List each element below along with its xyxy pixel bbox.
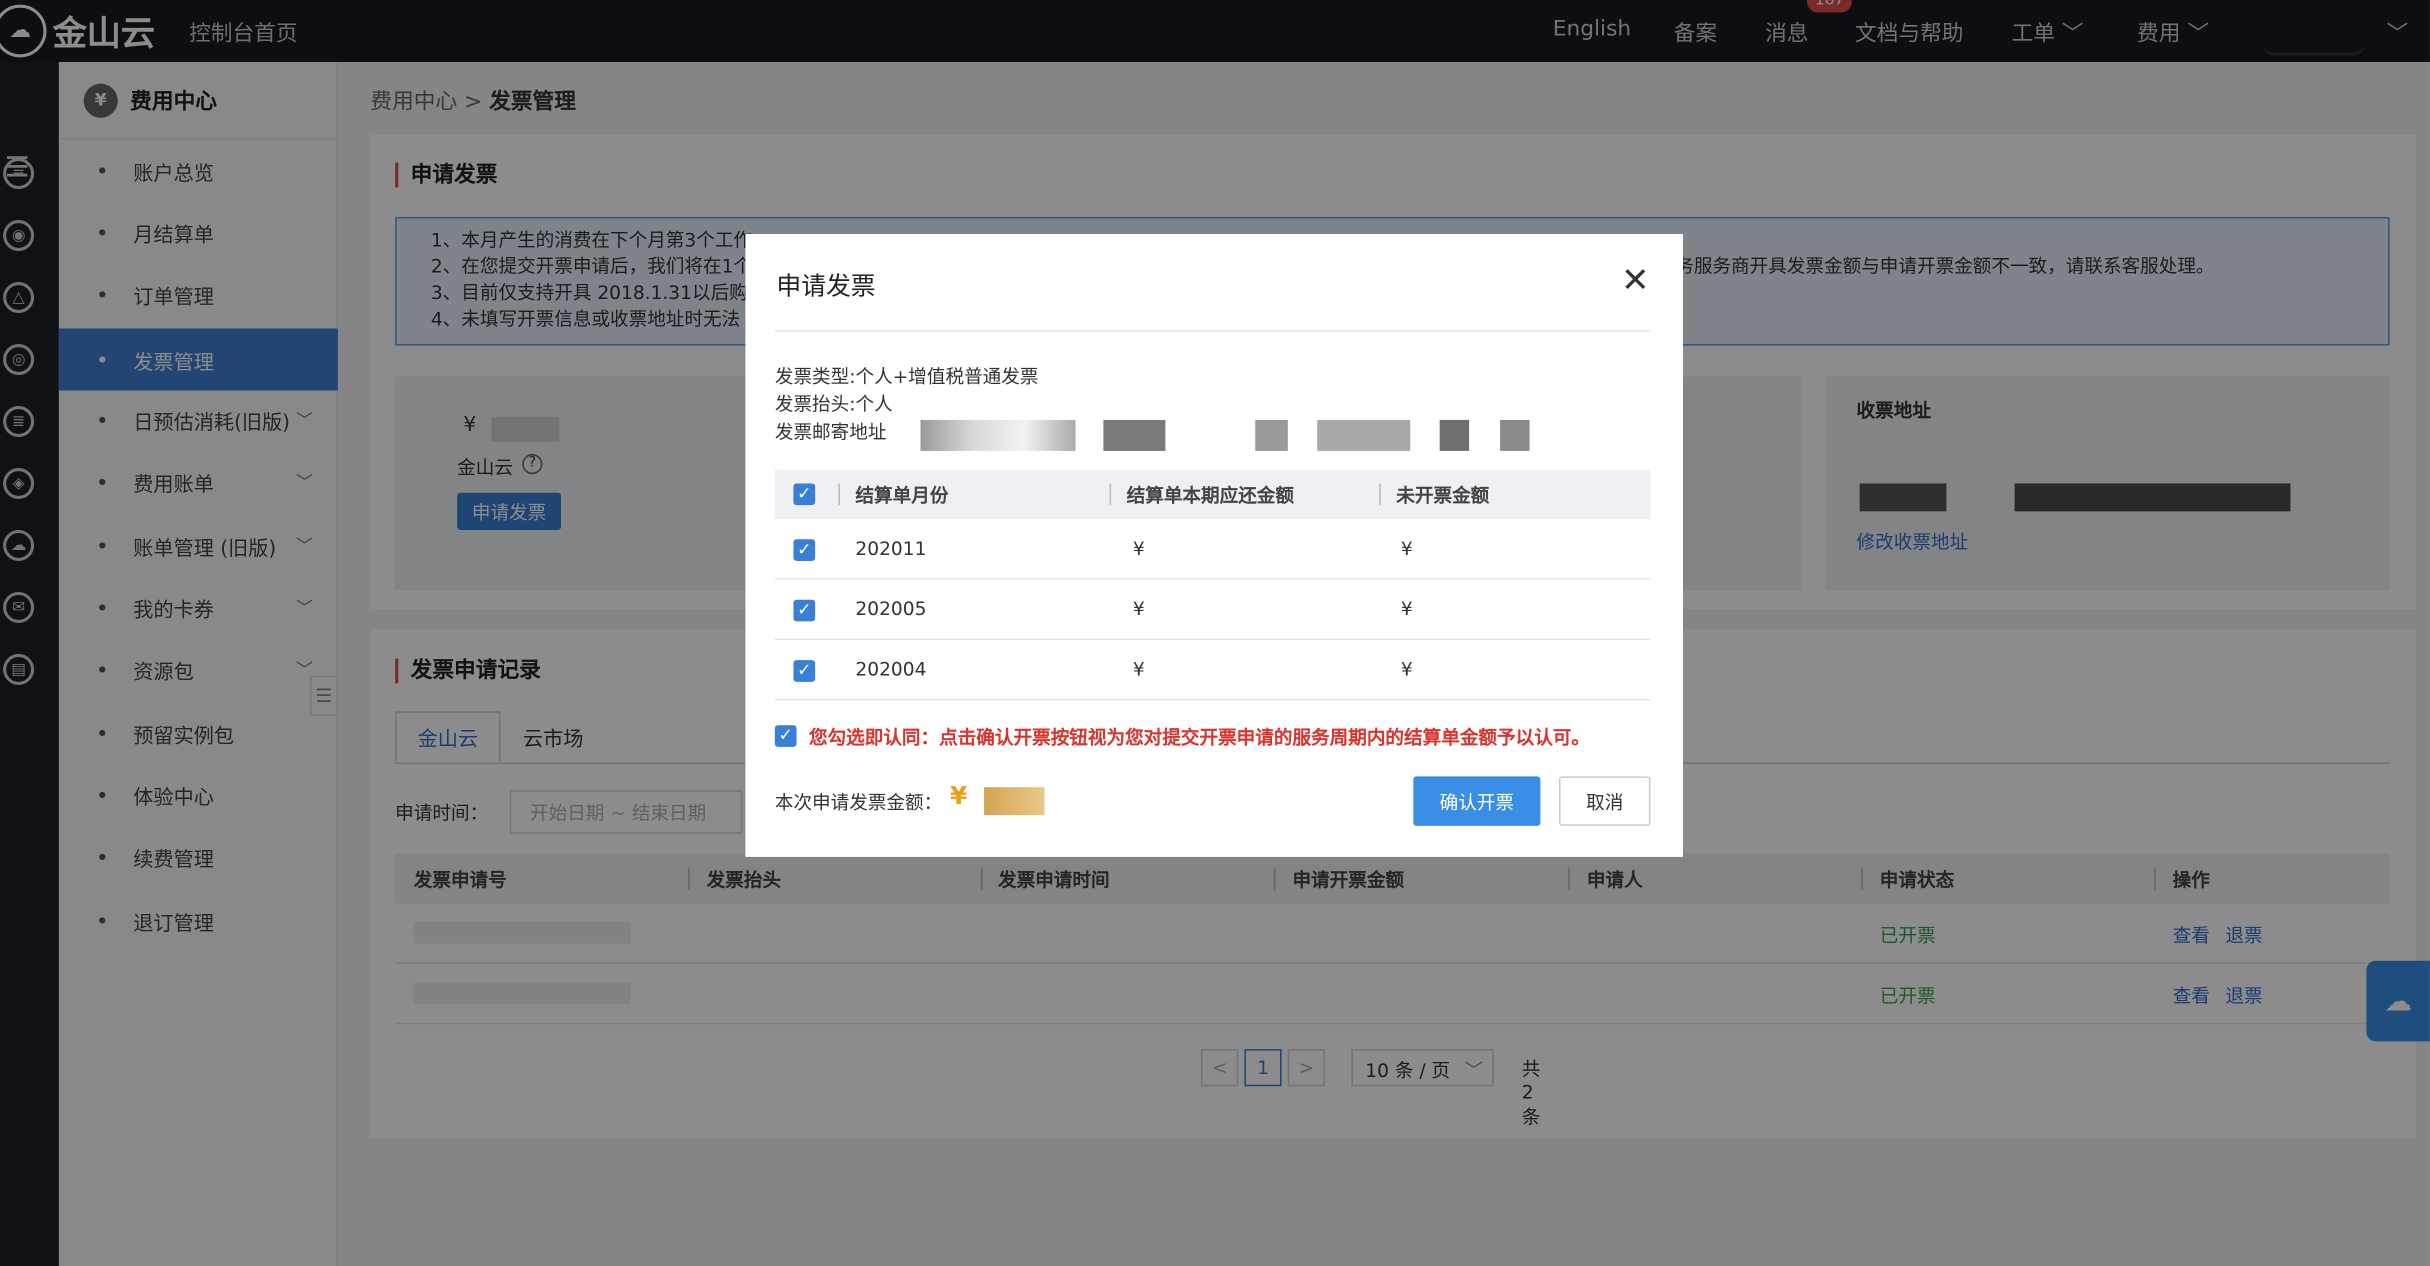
invoice-header-value: 个人	[855, 393, 893, 416]
redacted-address-5	[1439, 419, 1470, 451]
amount-due: ¥	[1132, 537, 1145, 560]
redacted-address-6	[1500, 419, 1530, 451]
table-row: ✓ 202011 ¥ ¥	[774, 519, 1651, 580]
col-unbilled-amount: 未开票金额	[1396, 485, 1490, 507]
confirm-invoice-button[interactable]: 确认开票	[1413, 776, 1541, 826]
table-row: ✓ 202005 ¥ ¥	[774, 580, 1651, 640]
row-checkbox[interactable]: ✓	[793, 660, 816, 682]
agree-checkbox[interactable]: ✓	[774, 725, 797, 747]
statement-table-header: ✓ 结算单月份 结算单本期应还金额 未开票金额	[774, 469, 1651, 520]
invoice-header-line: 发票抬头:个人	[775, 390, 893, 416]
mail-address-label: 发票邮寄地址	[774, 421, 887, 444]
col-divider	[838, 483, 840, 506]
unbilled-amount: ¥	[1400, 537, 1413, 560]
invoice-type-label: 发票类型:	[774, 365, 856, 388]
col-divider	[1109, 483, 1112, 506]
amount-due: ¥	[1132, 598, 1145, 620]
invoice-type-value: 个人+增值税普通发票	[855, 365, 1039, 388]
app-root: ☁ 金山云 控制台首页 English 备案 消息 167 文档与帮助 工单 ﹀…	[0, 0, 2430, 1266]
amount-yen: ¥	[949, 780, 968, 811]
dialog-title: 申请发票	[776, 271, 876, 301]
redacted-address-2	[1103, 419, 1166, 451]
cancel-button[interactable]: 取消	[1558, 776, 1651, 826]
row-checkbox[interactable]: ✓	[793, 599, 816, 622]
statement-month: 202005	[855, 598, 927, 620]
invoice-header-label: 发票抬头:	[774, 393, 856, 416]
col-amount-due: 结算单本期应还金额	[1126, 485, 1295, 507]
close-icon[interactable]: ✕	[1621, 264, 1650, 299]
agreement-line: ✓ 您勾选即认同：点击确认开票按钮视为您对提交开票申请的服务周期内的结算单金额予…	[774, 724, 1591, 750]
col-statement-month: 结算单月份	[855, 485, 949, 507]
mail-address-line: 发票邮寄地址	[775, 418, 887, 444]
unbilled-amount: ¥	[1400, 658, 1413, 681]
redacted-address-1	[920, 419, 1076, 451]
col-divider	[1379, 483, 1381, 506]
amount-due: ¥	[1132, 658, 1145, 681]
dialog-divider	[774, 330, 1651, 332]
statement-month: 202011	[855, 537, 927, 560]
redacted-amount	[984, 787, 1045, 816]
amount-label: 本次申请发票金额：	[774, 791, 943, 814]
statement-month: 202004	[855, 658, 927, 681]
apply-invoice-dialog: 申请发票 ✕ 发票类型:个人+增值税普通发票 发票抬头:个人 发票邮寄地址 ✓ …	[745, 233, 1683, 857]
unbilled-amount: ¥	[1400, 598, 1413, 620]
select-all-checkbox[interactable]: ✓	[793, 483, 816, 506]
agreement-text: 您勾选即认同：点击确认开票按钮视为您对提交开票申请的服务周期内的结算单金额予以认…	[808, 726, 1591, 749]
row-checkbox[interactable]: ✓	[793, 539, 816, 561]
redacted-address-4	[1317, 419, 1411, 451]
table-row: ✓ 202004 ¥ ¥	[774, 640, 1651, 701]
redacted-address-3	[1255, 419, 1288, 451]
invoice-type-line: 发票类型:个人+增值税普通发票	[775, 363, 1039, 389]
